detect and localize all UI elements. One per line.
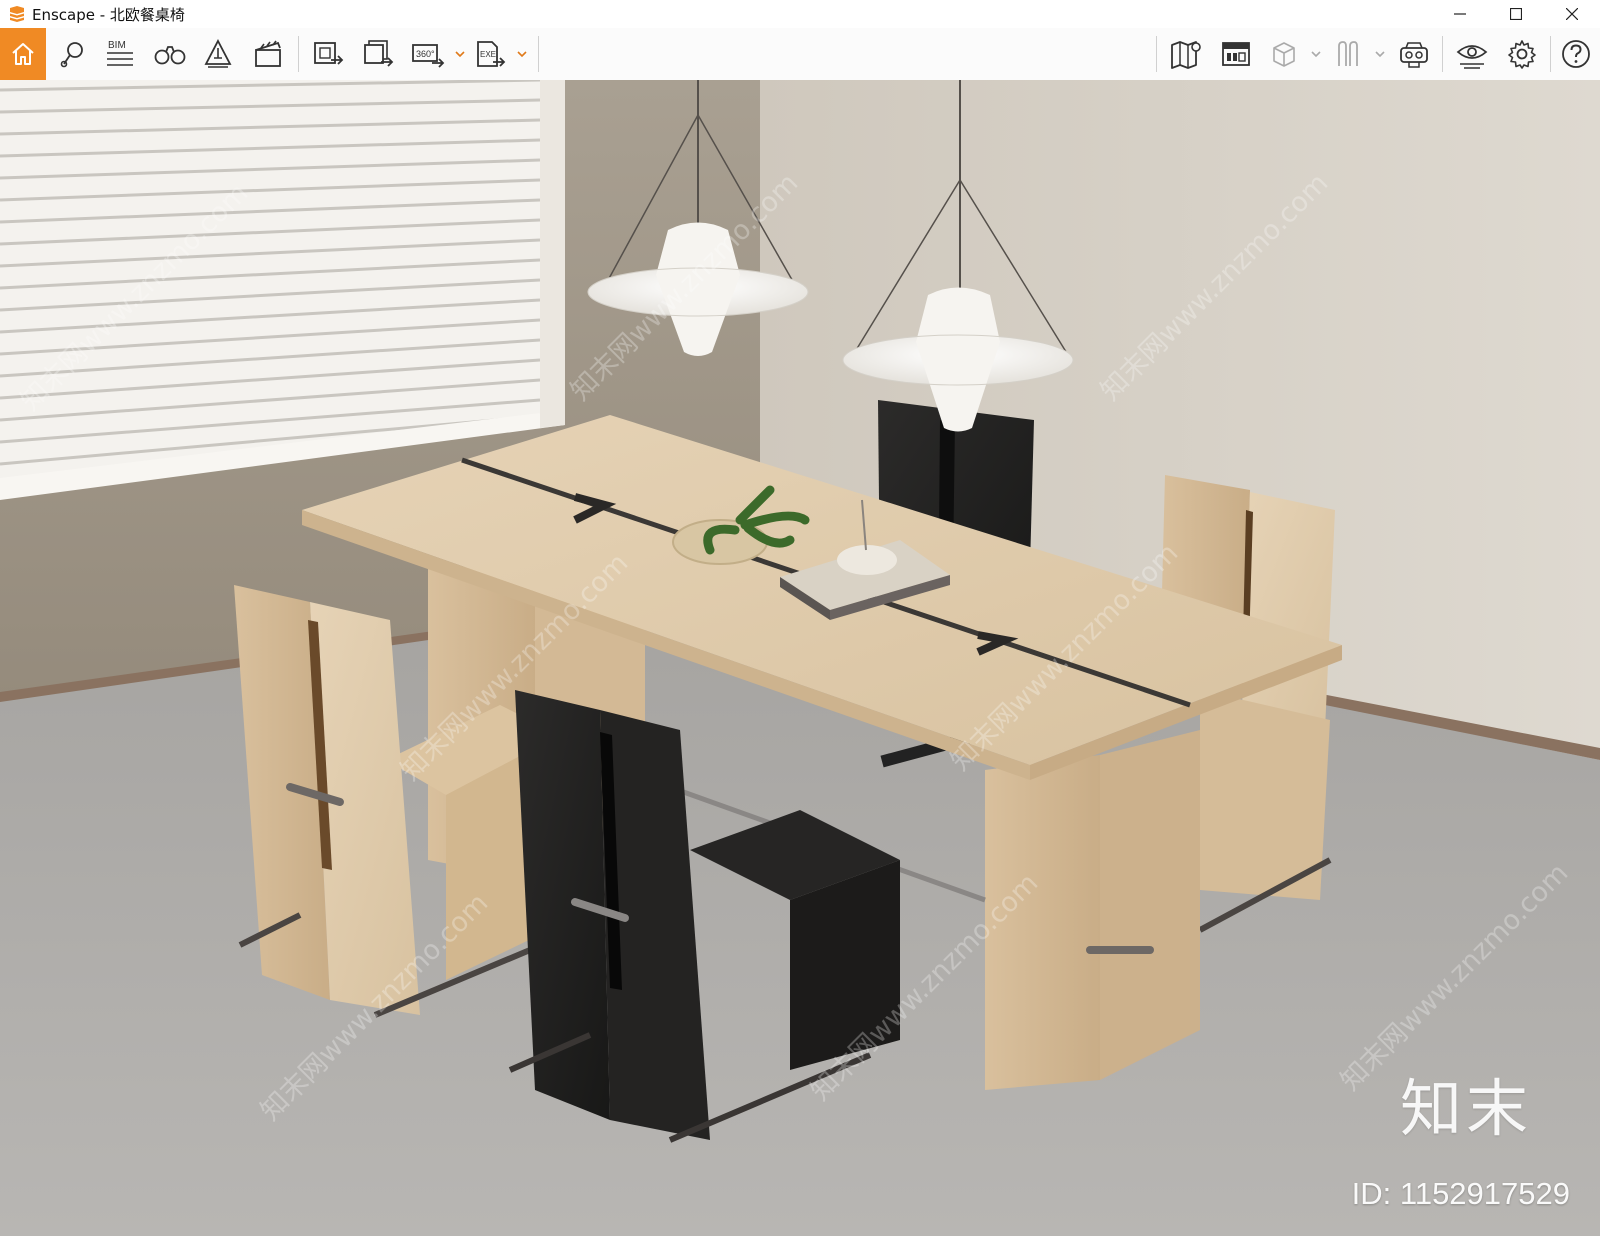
watermark-id: ID: 1152917529 — [1351, 1176, 1570, 1211]
map-button[interactable] — [1164, 32, 1208, 76]
bim-label: BIM — [108, 40, 126, 51]
panorama-label: 360° — [416, 49, 435, 59]
title-bar: Enscape - 北欧餐桌椅 — [0, 0, 1600, 28]
asset-library-icon — [204, 39, 232, 68]
materials-button[interactable] — [1326, 32, 1370, 76]
collaborative-button[interactable] — [1214, 32, 1258, 76]
chevron-down-icon — [517, 51, 527, 58]
views-button[interactable] — [50, 32, 94, 76]
toolbar-separator — [1550, 36, 1551, 72]
home-button[interactable] — [0, 28, 46, 80]
visual-settings-button[interactable] — [1450, 32, 1494, 76]
cube-icon — [1273, 42, 1295, 67]
maximize-button[interactable] — [1488, 0, 1544, 28]
maximize-icon — [1510, 8, 1522, 20]
material-icon — [1338, 41, 1358, 66]
eye-settings-icon — [1456, 45, 1488, 69]
settings-button[interactable] — [1500, 32, 1544, 76]
window-title: Enscape - 北欧餐桌椅 — [32, 5, 185, 24]
minimize-icon — [1454, 13, 1466, 15]
pin-views-icon — [60, 42, 83, 68]
panorama-dropdown[interactable] — [454, 48, 466, 60]
chevron-down-icon — [1375, 51, 1385, 58]
watermark-brand: 知末 — [1399, 1072, 1532, 1145]
bim-button[interactable]: BIM — [98, 32, 142, 76]
toolbar-separator — [538, 36, 539, 72]
toolbar-separator — [1156, 36, 1157, 72]
minimize-button[interactable] — [1432, 0, 1488, 28]
binoculars-icon — [154, 46, 186, 65]
render-viewport[interactable]: 知末网www.znzmo.com 知末网www.znzmo.com 知末网www… — [0, 80, 1600, 1236]
help-icon — [1562, 40, 1590, 68]
section-button[interactable] — [1262, 32, 1306, 76]
vr-button[interactable] — [1392, 32, 1436, 76]
batch-render-button[interactable] — [356, 32, 400, 76]
asset-library-button[interactable] — [196, 32, 240, 76]
render-image-button[interactable] — [306, 32, 350, 76]
window-controls — [1432, 0, 1600, 28]
gear-icon — [1508, 40, 1536, 69]
export-exe-icon: EXE — [477, 41, 506, 67]
orthographic-button[interactable] — [148, 32, 192, 76]
close-button[interactable] — [1544, 0, 1600, 28]
materials-dropdown[interactable] — [1374, 48, 1386, 60]
enscape-logo-icon — [10, 6, 24, 22]
export-exe-button[interactable]: EXE — [468, 32, 512, 76]
enscape-toolbar: BIM 360° EXE — [0, 28, 1600, 102]
chevron-down-icon — [1311, 51, 1321, 58]
bim-icon: BIM — [107, 40, 133, 66]
panorama-360-icon: 360° — [412, 44, 445, 68]
home-icon — [12, 43, 34, 65]
dining-scene — [0, 80, 1600, 1236]
issues-icon — [1222, 42, 1250, 66]
panorama-button[interactable]: 360° — [406, 32, 450, 76]
chevron-down-icon — [455, 51, 465, 58]
vr-headset-icon — [1400, 42, 1428, 68]
clapperboard-icon — [255, 40, 281, 67]
export-dropdown[interactable] — [516, 48, 528, 60]
toolbar-separator — [1442, 36, 1443, 72]
video-editor-button[interactable] — [246, 32, 290, 76]
help-button[interactable] — [1554, 32, 1598, 76]
map-icon — [1171, 41, 1201, 69]
exe-label: EXE — [480, 50, 496, 59]
toolbar-separator — [298, 36, 299, 72]
batch-render-icon — [364, 40, 394, 67]
render-image-icon — [314, 42, 344, 65]
close-icon — [1566, 8, 1578, 20]
section-dropdown[interactable] — [1310, 48, 1322, 60]
